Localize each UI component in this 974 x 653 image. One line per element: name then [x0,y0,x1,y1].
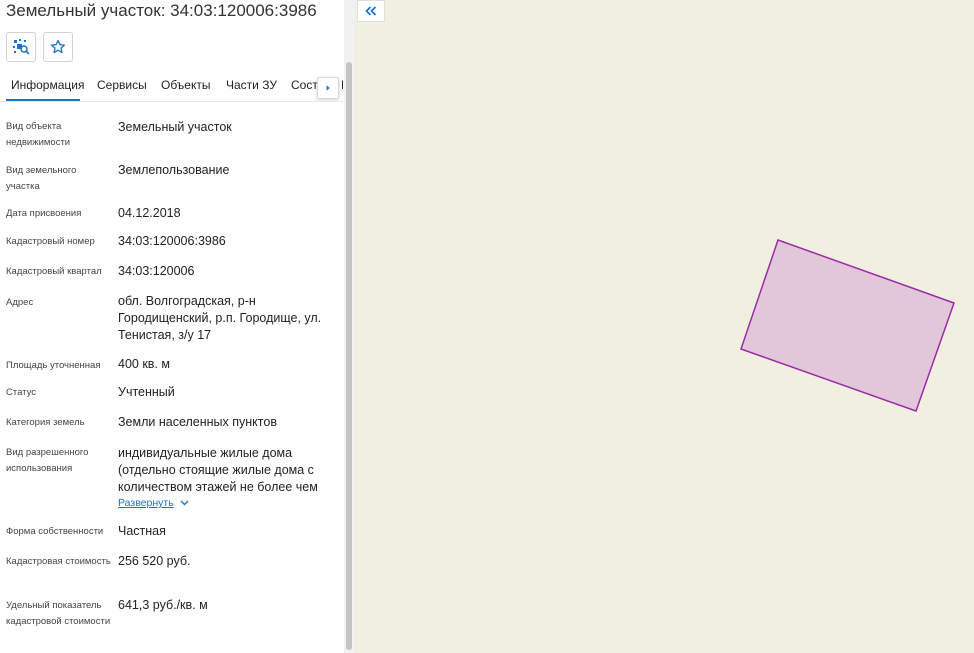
tab-bar: Информация Сервисы Объекты Части ЗУ Сост… [0,68,343,102]
locate-on-map-icon [13,39,30,55]
value-cadastral-quarter: 34:03:120006 [118,264,195,278]
value-cadastral-value: 256 520 руб. [118,554,191,568]
label-cadastral-value: Кадастровая стоимость [6,556,111,567]
value-assignment-date: 04.12.2018 [118,206,181,220]
map-view[interactable] [355,0,974,653]
land-parcel-polygon[interactable] [740,239,955,412]
tab-objects[interactable]: Объекты [161,78,211,92]
value-address: обл. Волгоградская, р-н Городищенский, р… [118,294,322,342]
label-cadastral-quarter: Кадастровый квартал [6,266,102,277]
label-permitted-use: Вид разрешенного использования [6,447,89,474]
label-land-type: Вид земельного участка [6,165,77,192]
tabs-next-button[interactable] [317,77,339,99]
label-object-type: Вид объекта недвижимости [6,121,71,148]
double-chevron-left-icon [365,6,377,16]
tab-parts[interactable]: Части ЗУ [226,78,277,92]
tab-overflow[interactable]: Г [341,78,343,92]
value-ownership-form: Частная [118,524,166,538]
value-land-category: Земли населенных пунктов [118,415,277,429]
label-land-category: Категория земель [6,417,85,428]
label-address: Адрес [6,297,34,308]
info-panel: Земельный участок: 34:03:120006:3986 Инф… [0,0,355,653]
value-unit-value: 641,3 руб./кв. м [118,598,208,612]
label-area: Площадь уточненная [6,360,101,371]
expand-link[interactable]: Развернуть [118,497,189,509]
label-assignment-date: Дата присвоения [6,208,82,219]
value-object-type: Земельный участок [118,120,232,134]
value-status: Учтенный [118,385,175,399]
label-unit-value: Удельный показатель кадастровой стоимост… [6,600,111,627]
page-title: Земельный участок: 34:03:120006:3986 [6,1,317,20]
chevron-down-icon [180,500,189,506]
label-ownership-form: Форма собственности [6,526,104,537]
caret-right-icon [326,85,330,91]
star-icon [50,39,66,54]
expand-label: Развернуть [118,497,174,509]
add-to-favorites-button[interactable] [43,32,73,62]
value-permitted-use: индивидуальные жилые дома (отдельно стоя… [118,446,318,494]
map-parcels-layer [740,239,955,412]
locate-on-map-button[interactable] [6,32,36,62]
collapse-panel-button[interactable] [357,0,385,22]
value-land-type: Землепользование [118,163,230,177]
value-cadastral-number: 34:03:120006:3986 [118,234,226,248]
label-cadastral-number: Кадастровый номер [6,236,95,247]
tab-services[interactable]: Сервисы [97,78,147,92]
value-area: 400 кв. м [118,357,170,371]
active-tab-indicator [6,99,80,101]
tab-info[interactable]: Информация [11,78,84,92]
scrollbar-thumb[interactable] [346,62,352,650]
label-status: Статус [6,387,37,398]
